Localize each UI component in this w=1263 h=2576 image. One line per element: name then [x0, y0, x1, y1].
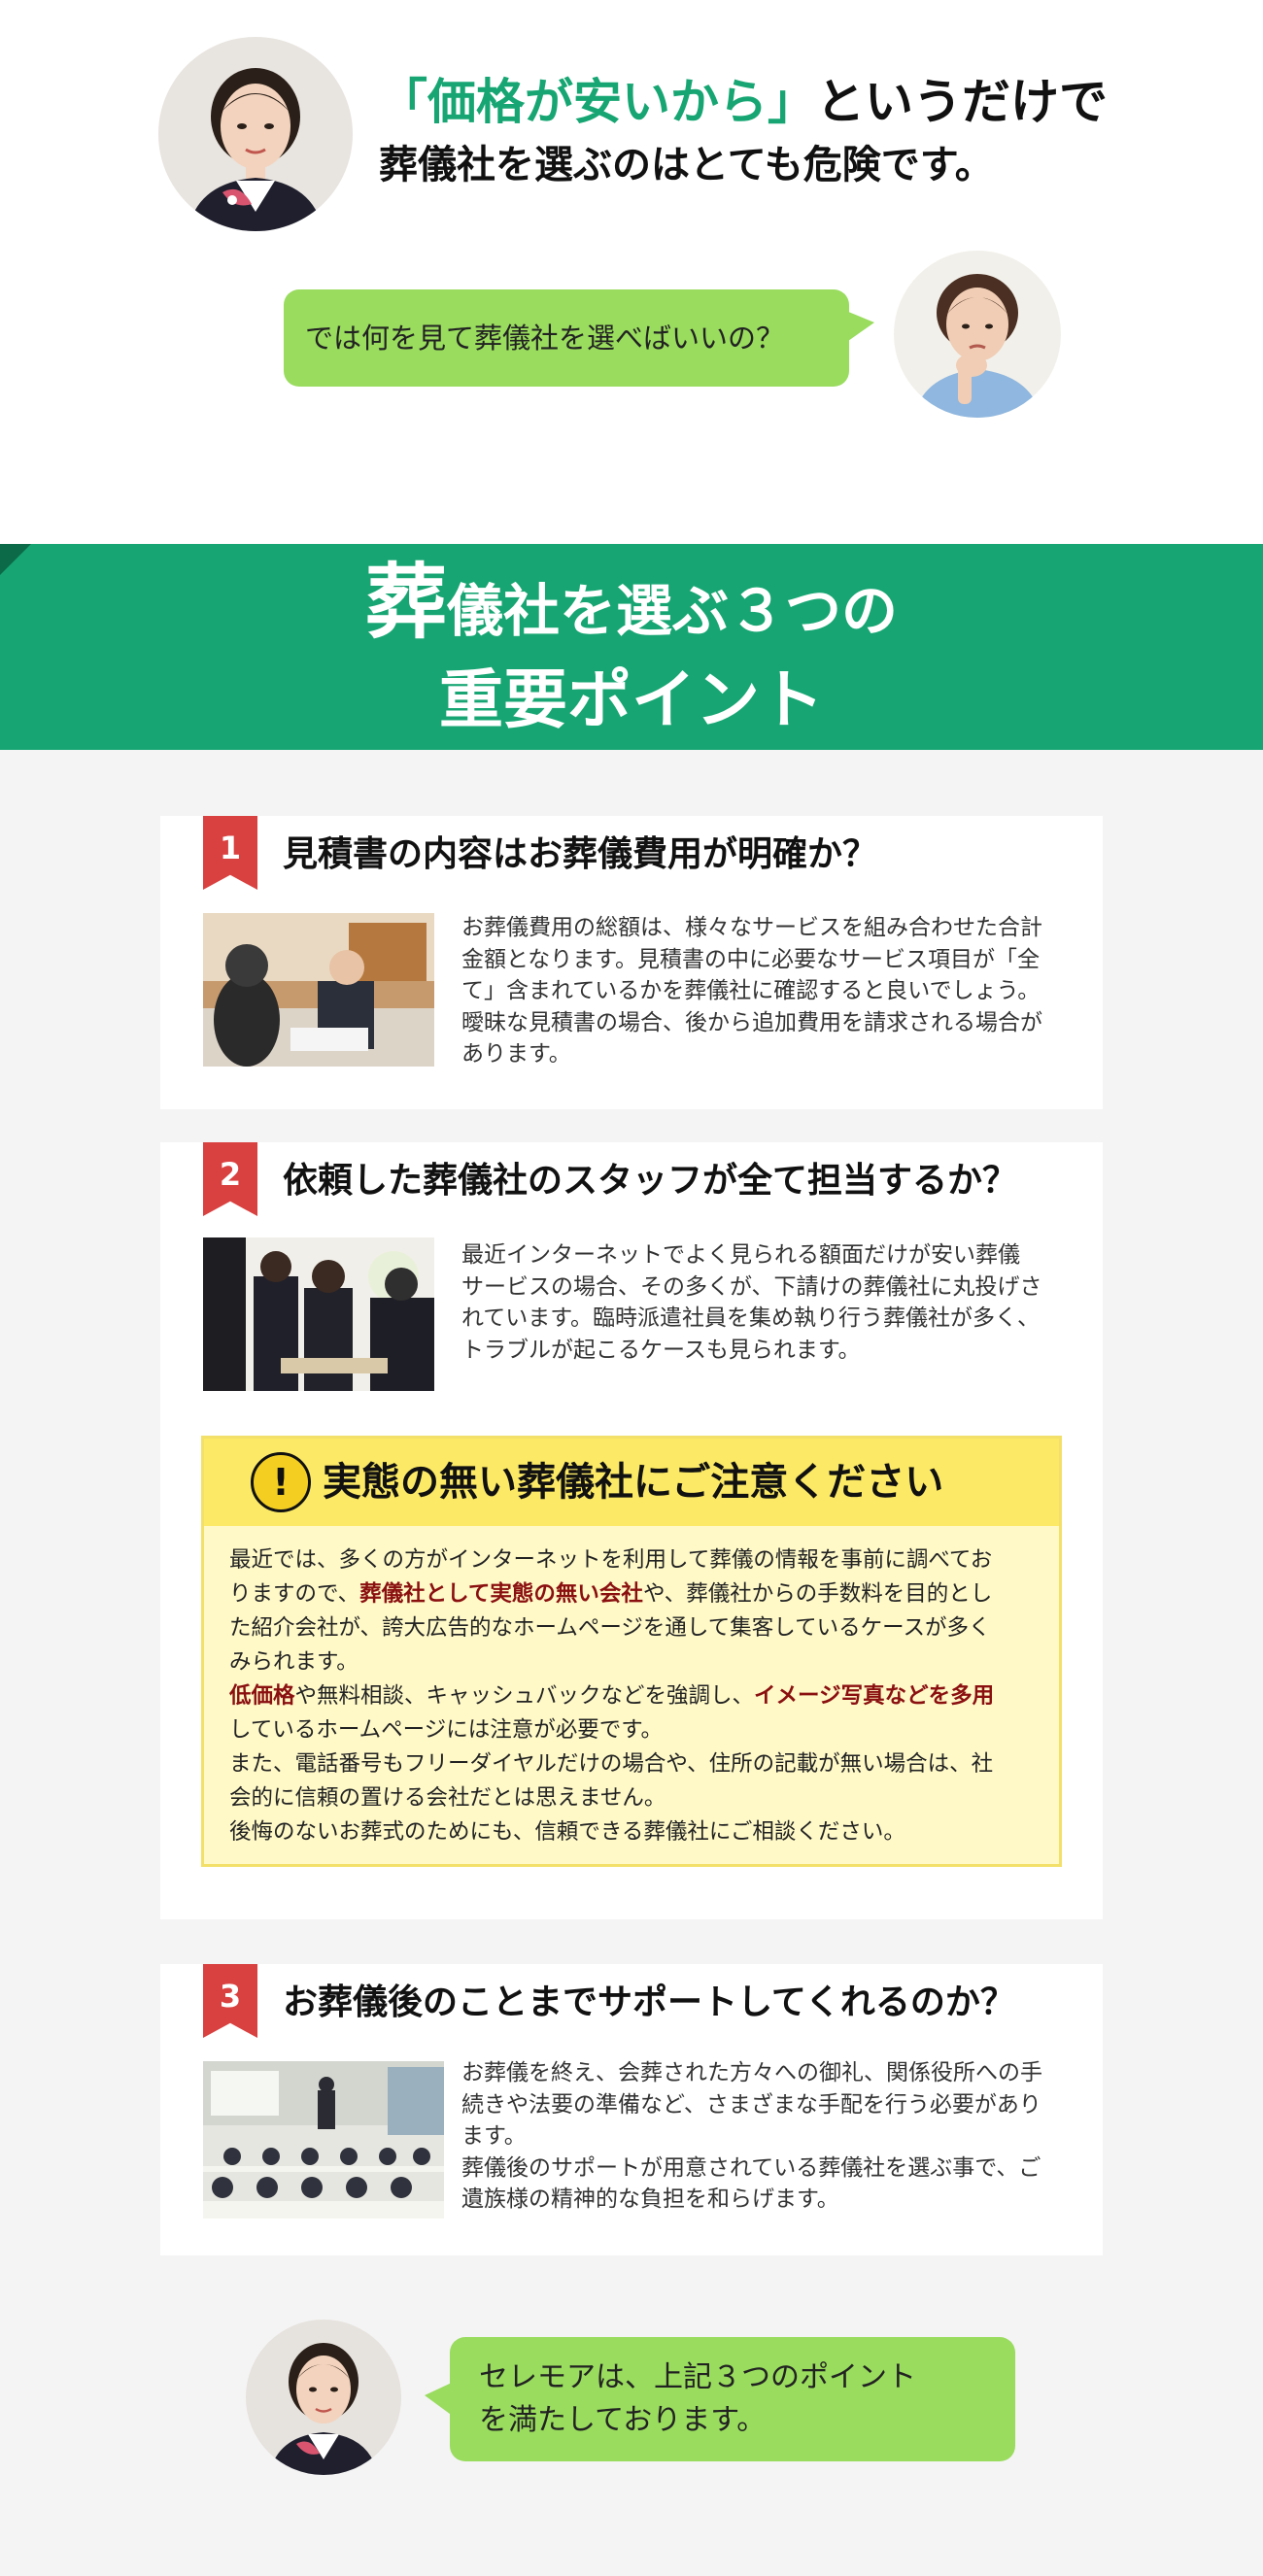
warning-text: や、葬儀社からの手数料を目的とし [642, 1581, 993, 1607]
warning-emphasis: イメージ写真などを多用 [754, 1683, 995, 1709]
description-line: 曖昧な見積書の場合、後から追加費用を請求される場合が [461, 1009, 1042, 1035]
description-line: お葬儀を終え、会葬された方々への御礼、関係役所への手 [461, 2060, 1042, 2085]
staff-avatar [158, 37, 353, 231]
warning-header: ! 実態の無い葬儀社にご注意ください [204, 1439, 1059, 1526]
point-card-3: 3 お葬儀後のことまでサポートしてくれるのか？ お葬儀を終え、会葬された方々への… [160, 1964, 1103, 2255]
headline-line2: 葬儀社を選ぶのはとても危険です。 [379, 143, 994, 187]
thinking-woman-illustration [894, 251, 1061, 418]
point-description: お葬儀を終え、会葬された方々への御礼、関係役所への手 続きや法要の準備など、さま… [461, 2057, 1064, 2216]
description-line: あります。 [461, 1041, 571, 1067]
staff-woman-illustration [246, 2320, 401, 2475]
staff-woman-illustration [158, 37, 353, 231]
warning-box: ! 実態の無い葬儀社にご注意ください 最近では、多くの方がインターネットを利用し… [201, 1436, 1062, 1867]
staff-avatar-closing [246, 2320, 401, 2475]
point-number-badge: 1 [203, 816, 257, 890]
office-meeting-illustration [203, 913, 434, 1067]
warning-line: 後悔のないお葬式のためにも、信頼できる葬儀社にご相談ください。 [229, 1819, 905, 1845]
description-line: 遺族様の精神的な負担を和らげます。 [461, 2186, 839, 2212]
point-card-2: 2 依頼した葬儀社のスタッフが全て担当するか？ 最近インターネットでよく見られる… [160, 1142, 1103, 1919]
description-line: 最近インターネットでよく見られる額面だけが安い葬儀 [461, 1242, 1020, 1268]
warning-line: 会的に信頼の置ける会社だとは思えません。 [229, 1785, 666, 1811]
description-line: 葬儀後のサポートが用意されている葬儀社を選ぶ事で、ご [461, 2154, 1041, 2181]
warning-line: しているホームページには注意が必要です。 [229, 1717, 663, 1743]
description-line: お葬儀費用の総額は、様々なサービスを組み合わせた合計 [461, 915, 1042, 940]
warning-text: や無料相談、キャッシュバックなどを強調し、 [294, 1683, 755, 1709]
exclamation-icon: ! [251, 1452, 311, 1512]
description-line: ます。 [461, 2123, 527, 2149]
description-line: サービスの場合、その多くが、下請けの葬儀社に丸投げさ [461, 1273, 1042, 1300]
funeral-staff-illustration [203, 1237, 434, 1391]
warning-emphasis: 低価格 [229, 1683, 295, 1709]
closing-line: セレモアは、上記３つのポイント [479, 2360, 916, 2394]
point-description: お葬儀費用の総額は、様々なサービスを組み合わせた合計 金額となります。見積書の中… [461, 912, 1064, 1070]
description-line: て」含まれているかを葬儀社に確認すると良いでしょう。 [461, 978, 1041, 1003]
description-line: 続きや法要の準備など、さまざまな手配を行う必要があり [461, 2091, 1041, 2118]
description-line: 金額となります。見積書の中に必要なサービス項目が「全 [461, 946, 1041, 972]
point-card-1: 1 見積書の内容はお葬儀費用が明確か？ お葬儀費用の総額は、様々なサービスを組み… [160, 816, 1103, 1109]
banner-title-line1: 儀社を選ぶ３つの [447, 578, 899, 644]
warning-emphasis: 葬儀社として実態の無い会社 [359, 1581, 643, 1607]
customer-avatar [894, 251, 1061, 418]
headline-rest: というだけで [816, 74, 1108, 130]
point-description: 最近インターネットでよく見られる額面だけが安い葬儀 サービスの場合、その多くが、… [461, 1239, 1064, 1366]
closing-bubble: セレモアは、上記３つのポイント を満たしております。 [450, 2337, 1015, 2461]
warning-title: 実態の無い葬儀社にご注意ください [323, 1460, 944, 1505]
banner-title-first-char: 葬 [364, 555, 447, 650]
closing-bubble-tail [425, 2382, 454, 2417]
seminar-room-illustration [203, 2061, 444, 2219]
point-title: お葬儀後のことまでサポートしてくれるのか？ [283, 1983, 1015, 2022]
warning-text: りますので、 [229, 1581, 360, 1607]
staff-photo [203, 1237, 434, 1391]
point-title: 見積書の内容はお葬儀費用が明確か？ [283, 834, 878, 874]
warning-body: 最近では、多くの方がインターネットを利用して葬儀の情報を事前に調べてお りますの… [229, 1543, 1045, 1849]
headline-highlight: 「価格が安いから」 [379, 74, 816, 130]
warning-line: みられます。 [229, 1649, 358, 1675]
warning-line: 低価格や無料相談、キャッシュバックなどを強調し、イメージ写真などを多用 [229, 1679, 1045, 1713]
warning-headline: 「価格が安いから」というだけで 葬儀社を選ぶのはとても危険です。 [379, 68, 1214, 194]
warning-line: た紹介会社が、誇大広告的なホームページを通して集客しているケースが多く [229, 1615, 991, 1641]
question-bubble: では何を見て葬儀社を選べばいいの？ [284, 289, 849, 387]
seminar-photo [203, 2061, 444, 2219]
point-number-badge: 3 [203, 1964, 257, 2038]
warning-line: 最近では、多くの方がインターネットを利用して葬儀の情報を事前に調べてお [229, 1547, 993, 1573]
description-line: トラブルが起こるケースも見られます。 [461, 1337, 861, 1363]
closing-line: を満たしております。 [479, 2403, 767, 2437]
banner-title-line2: 重要ポイント [439, 662, 824, 737]
consultation-photo [203, 913, 434, 1067]
description-line: れています。臨時派遣社員を集め執り行う葬儀社が多く、 [461, 1305, 1041, 1331]
question-bubble-tail [841, 309, 874, 346]
point-title: 依頼した葬儀社のスタッフが全て担当するか？ [283, 1161, 1018, 1201]
warning-line: また、電話番号もフリーダイヤルだけの場合や、住所の記載が無い場合は、社 [229, 1751, 994, 1777]
point-number-badge: 2 [203, 1142, 257, 1216]
banner-title: 葬儀社を選ぶ３つの 重要ポイント [0, 554, 1263, 741]
warning-line: りますので、葬儀社として実態の無い会社や、葬儀社からの手数料を目的とし [229, 1577, 1045, 1611]
